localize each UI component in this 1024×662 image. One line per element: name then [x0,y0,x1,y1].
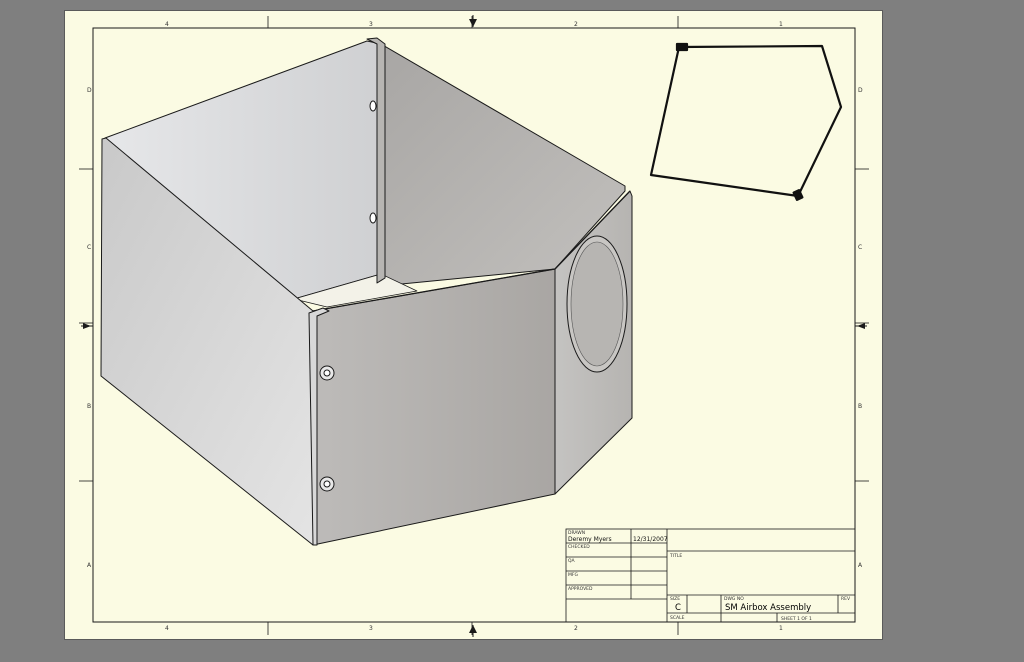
zone-label-left: D [87,87,92,94]
zone-label-right: D [858,87,863,94]
mfg-label: MFG [568,572,578,578]
zone-label-top: 4 [165,21,169,28]
zone-label-right: C [858,244,862,251]
zone-label-bottom: 3 [369,625,373,632]
zone-label-top: 3 [369,21,373,28]
rivet-hole [369,212,377,224]
zone-label-right: A [858,562,863,569]
zone-label-bottom: 1 [779,625,783,632]
zone-label-top: 1 [779,21,783,28]
drawn-by: Deremy Myers [568,536,612,543]
title-block-text: DRAWN Deremy Myers 12/31/2007 CHECKED QA… [568,530,851,622]
title-label: TITLE [669,553,682,559]
drawing-canvas: 4 3 2 1 4 3 2 1 D C B A D C B A DRAWN De… [79,15,869,637]
checked-label: CHECKED [568,544,590,550]
airbox-isometric-view [100,37,633,546]
top-view-seam-marker [675,42,689,52]
airbox-top-view [649,42,843,201]
zone-labels-right: D C B A [858,87,863,569]
rivet-hole [369,100,377,112]
front-wall [312,268,556,546]
scale-label: SCALE [670,615,685,621]
zone-label-left: B [87,403,91,410]
zone-label-left: C [87,244,91,251]
zone-label-left: A [87,562,92,569]
zone-label-bottom: 4 [165,625,169,632]
zone-labels-left: D C B A [87,87,92,569]
qa-label: QA [568,558,576,564]
rev-label: REV [841,596,851,602]
zone-label-top: 2 [574,21,578,28]
size-value: C [675,603,681,613]
sheet-text: SHEET 1 OF 1 [781,616,812,622]
dwg-no-label: DWG NO [724,596,744,602]
approved-label: APPROVED [568,586,593,592]
size-label: SIZE [670,596,680,602]
drawn-date: 12/31/2007 [633,536,668,543]
drawing-sheet: 4 3 2 1 4 3 2 1 D C B A D C B A DRAWN De… [64,10,883,640]
dwg-no-value: SM Airbox Assembly [725,603,811,613]
zone-label-bottom: 2 [574,625,578,632]
zone-label-right: B [858,403,862,410]
